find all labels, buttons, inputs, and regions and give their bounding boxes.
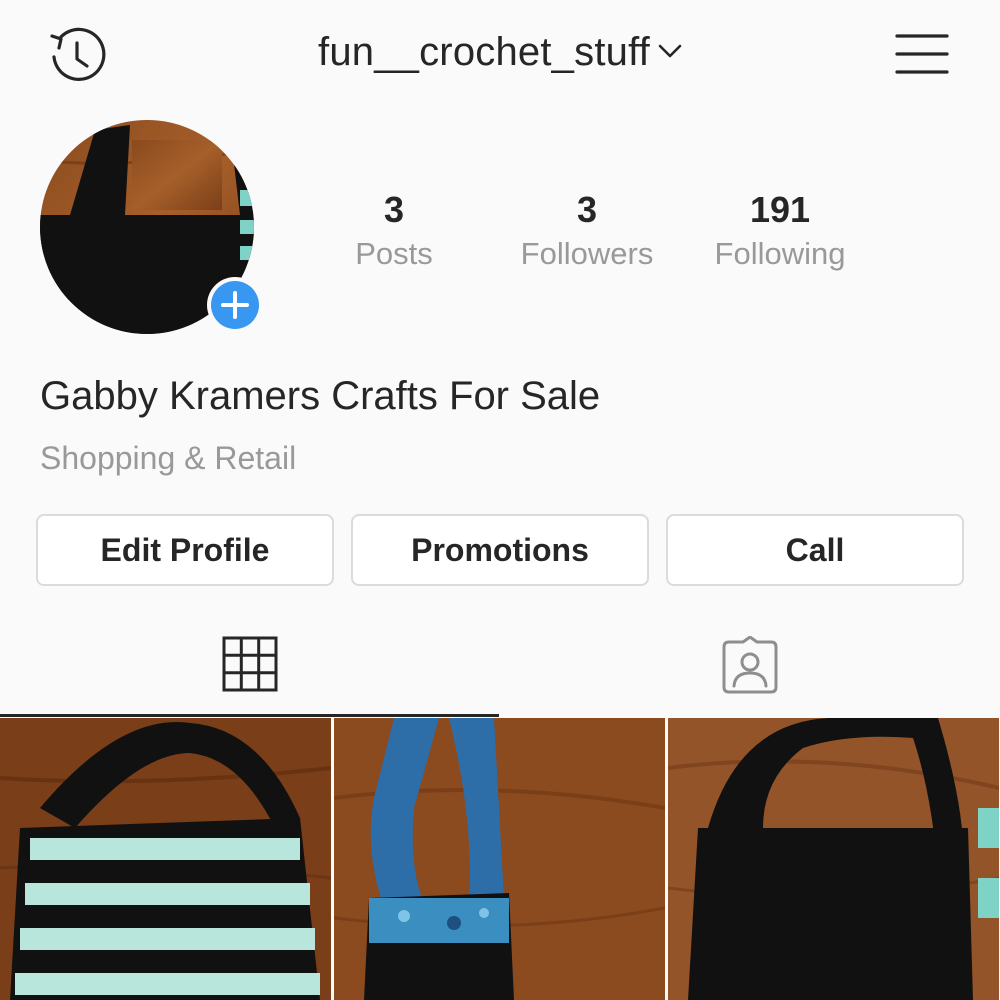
- following-stat[interactable]: 191 Following: [695, 188, 865, 276]
- username: fun__crochet_stuff: [318, 30, 650, 74]
- posts-label: Posts: [355, 236, 433, 271]
- post-grid: [0, 718, 1000, 1000]
- profile-display-name: Gabby Kramers Crafts For Sale: [40, 374, 601, 418]
- plus-icon: [221, 291, 249, 319]
- tagged-person-icon: [722, 636, 778, 694]
- edit-profile-button[interactable]: Edit Profile: [36, 514, 334, 586]
- followers-count: 3: [576, 189, 598, 230]
- profile-category: Shopping & Retail: [40, 440, 297, 476]
- account-switcher[interactable]: fun__crochet_stuff: [0, 30, 1000, 75]
- following-count: 191: [749, 189, 811, 230]
- grid-icon: [222, 636, 278, 692]
- active-tab-indicator: [0, 714, 499, 717]
- following-label: Following: [714, 236, 846, 271]
- post-image-blue-bag: [334, 718, 665, 1000]
- post-tile[interactable]: [668, 718, 999, 1000]
- posts-stat[interactable]: 3 Posts: [309, 188, 479, 276]
- followers-label: Followers: [520, 236, 654, 271]
- chevron-down-icon: [658, 44, 682, 57]
- post-tile[interactable]: [0, 718, 331, 1000]
- promotions-button[interactable]: Promotions: [351, 514, 649, 586]
- post-image-striped-bag: [0, 718, 331, 1000]
- tab-tagged[interactable]: [501, 620, 1000, 718]
- add-story-button[interactable]: [207, 277, 263, 333]
- tab-grid[interactable]: [0, 620, 499, 718]
- post-tile[interactable]: [334, 718, 665, 1000]
- hamburger-menu-icon[interactable]: [894, 30, 950, 78]
- posts-count: 3: [383, 189, 405, 230]
- top-bar: fun__crochet_stuff: [0, 0, 1000, 110]
- post-image-black-bag: [668, 718, 999, 1000]
- call-button[interactable]: Call: [666, 514, 964, 586]
- followers-stat[interactable]: 3 Followers: [502, 188, 672, 276]
